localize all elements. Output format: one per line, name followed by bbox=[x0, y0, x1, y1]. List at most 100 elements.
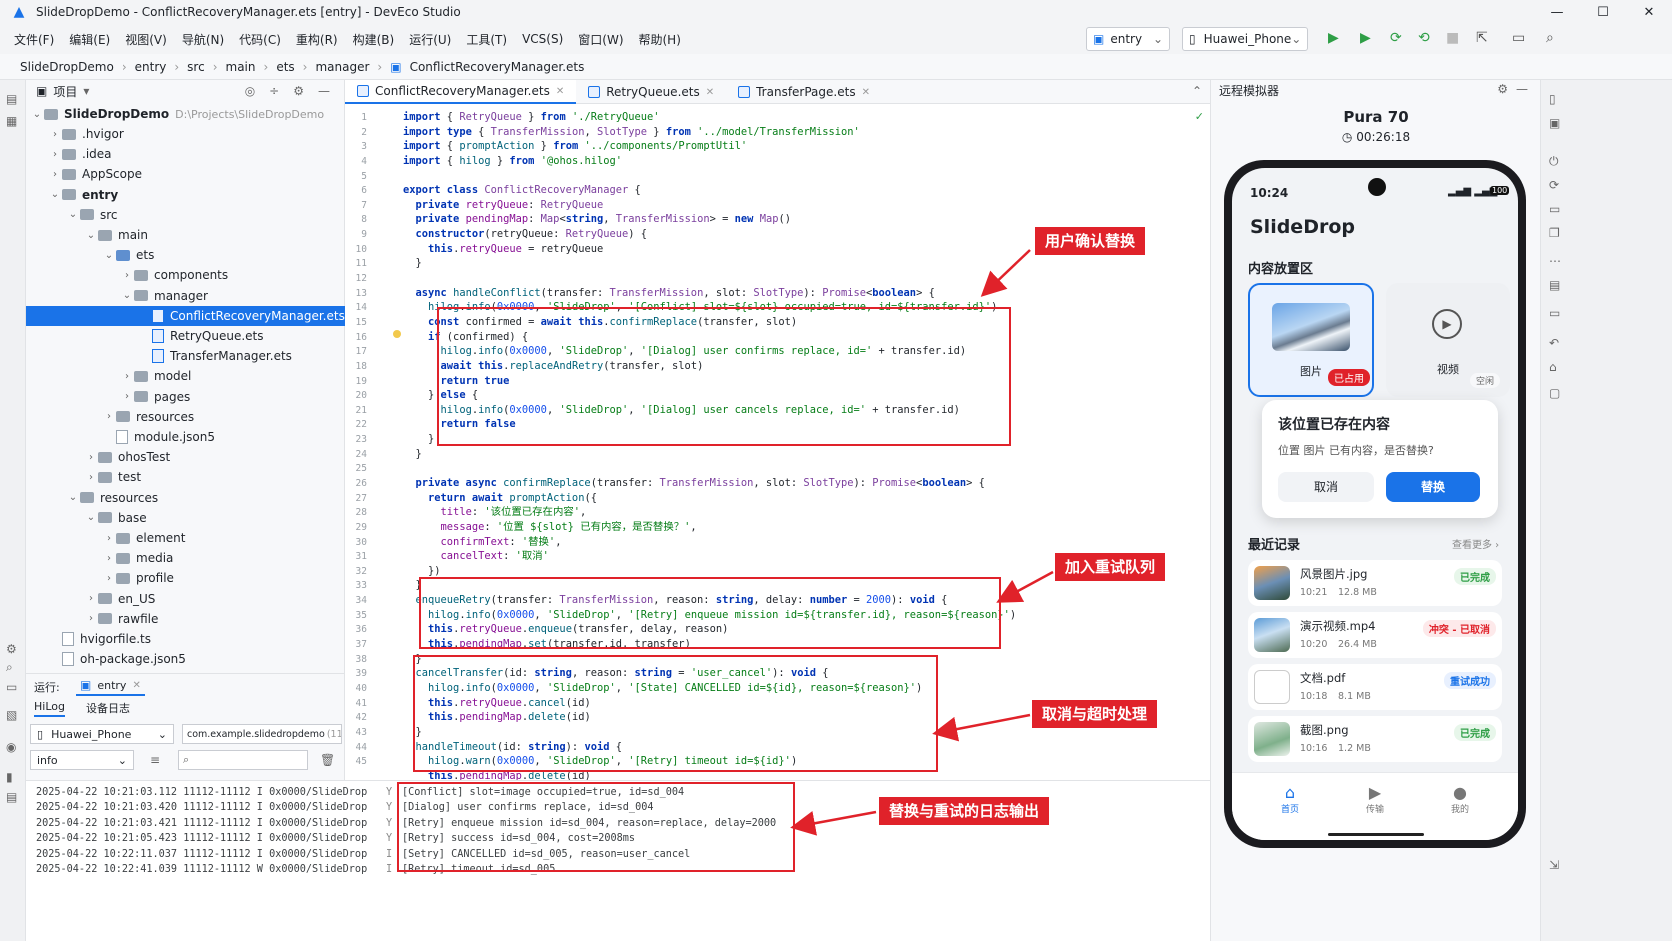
project-title[interactable]: 项目 bbox=[53, 83, 77, 100]
chevron-right-icon[interactable]: › bbox=[102, 553, 116, 564]
debug-icon[interactable]: ▶ bbox=[1360, 30, 1371, 46]
log-package-select[interactable]: com.example.slidedropdemo (11112) bbox=[182, 724, 342, 744]
dialog-cancel-button[interactable]: 取消 bbox=[1278, 472, 1374, 502]
editor-tab[interactable]: RetryQueue.ets ✕ bbox=[576, 80, 726, 104]
close-icon[interactable]: ✕ bbox=[706, 87, 714, 98]
chevron-down-icon[interactable]: ⌄ bbox=[84, 230, 98, 241]
tree-item[interactable]: ⌄ base bbox=[26, 508, 345, 528]
view-more-link[interactable]: 查看更多 › bbox=[1452, 536, 1499, 551]
restart-icon[interactable]: ⟲ bbox=[1418, 30, 1430, 46]
link-icon[interactable]: ⇲ bbox=[1549, 858, 1559, 872]
chevron-down-icon[interactable]: ⌄ bbox=[66, 492, 80, 503]
tree-item[interactable]: › .hvigor bbox=[26, 124, 345, 144]
tree-item[interactable]: hvigorfile.ts bbox=[26, 629, 345, 649]
tree-item[interactable]: › model bbox=[26, 366, 345, 386]
gear-icon[interactable]: ⚙ bbox=[1497, 82, 1508, 96]
project-icon[interactable]: ▤ bbox=[6, 92, 17, 106]
chevron-right-icon[interactable]: › bbox=[84, 613, 98, 624]
chevron-down-icon[interactable]: ⌄ bbox=[102, 250, 116, 261]
menu-item-6[interactable]: 构建(B) bbox=[353, 31, 395, 48]
run-tab-entry[interactable]: ▣ entry ✕ bbox=[76, 676, 145, 696]
close-icon[interactable]: ✕ bbox=[556, 86, 564, 97]
breadcrumb-item[interactable]: main bbox=[226, 60, 256, 74]
tree-item[interactable]: module.json5 bbox=[26, 427, 345, 447]
chevron-down-icon[interactable]: ▾ bbox=[83, 84, 89, 98]
breadcrumb-item[interactable]: entry bbox=[135, 60, 167, 74]
terminal-icon[interactable]: ▭ bbox=[6, 680, 17, 694]
chevron-right-icon[interactable]: › bbox=[48, 169, 62, 180]
record-item[interactable]: 风景图片.jpg 10:21 12.8 MB 已完成 bbox=[1248, 560, 1502, 606]
slot-video[interactable]: ▶ 视频 空闲 bbox=[1386, 283, 1510, 397]
log-device-select[interactable]: ▯ Huawei_Phone ⌄ bbox=[30, 724, 174, 744]
screenshot-icon[interactable]: ▭ bbox=[1549, 202, 1560, 216]
copy-icon[interactable]: ❐ bbox=[1549, 226, 1560, 240]
menu-item-1[interactable]: 编辑(E) bbox=[69, 31, 110, 48]
chevron-right-icon[interactable]: › bbox=[102, 533, 116, 544]
hide-icon[interactable]: — bbox=[1516, 82, 1528, 96]
chevron-down-icon[interactable]: ⌄ bbox=[120, 290, 134, 301]
clear-log-icon[interactable]: 🗑 bbox=[320, 753, 335, 767]
tree-item[interactable]: ⌄ manager bbox=[26, 286, 345, 306]
device-selector[interactable]: ▯ Huawei_Phone ⌄ bbox=[1182, 27, 1308, 51]
tree-item[interactable]: › rawfile bbox=[26, 609, 345, 629]
tree-item[interactable]: ConflictRecoveryManager.ets bbox=[26, 305, 345, 326]
menu-item-7[interactable]: 运行(U) bbox=[409, 31, 451, 48]
dialog-confirm-button[interactable]: 替换 bbox=[1386, 472, 1480, 502]
layout-icon[interactable]: ▭ bbox=[1512, 30, 1525, 46]
attach-icon[interactable]: ⇱ bbox=[1476, 30, 1488, 46]
profiler-icon[interactable]: ◉ bbox=[6, 740, 16, 754]
rotate-icon[interactable]: ⟳ bbox=[1549, 178, 1559, 192]
recent-apps-icon[interactable]: ▢ bbox=[1549, 386, 1560, 400]
chevron-right-icon[interactable]: › bbox=[102, 411, 116, 422]
editor-tab[interactable]: ConflictRecoveryManager.ets ✕ bbox=[345, 80, 577, 104]
breadcrumb-item[interactable]: manager bbox=[315, 60, 369, 74]
search-icon[interactable]: ⌕ bbox=[1546, 30, 1554, 46]
log-search-input[interactable] bbox=[193, 754, 294, 766]
chevron-up-icon[interactable]: ⌃ bbox=[1192, 84, 1202, 98]
minimize-button[interactable]: — bbox=[1534, 5, 1580, 20]
nav-transfer[interactable]: ▶ 传输 bbox=[1353, 783, 1397, 815]
power-icon[interactable]: ⏻ bbox=[1549, 154, 1559, 169]
menu-item-4[interactable]: 代码(C) bbox=[239, 31, 281, 48]
menu-item-8[interactable]: 工具(T) bbox=[466, 31, 507, 48]
menu-item-0[interactable]: 文件(F) bbox=[14, 31, 54, 48]
tree-item[interactable]: › test bbox=[26, 467, 345, 487]
settings-icon[interactable]: ⚙ bbox=[6, 642, 17, 656]
chevron-right-icon[interactable]: › bbox=[120, 371, 134, 382]
menu-item-9[interactable]: VCS(S) bbox=[522, 32, 563, 46]
tree-item[interactable]: ⌄ entry bbox=[26, 185, 345, 205]
tree-item[interactable]: › AppScope bbox=[26, 164, 345, 184]
chevron-right-icon[interactable]: › bbox=[120, 270, 134, 281]
tree-item[interactable]: RetryQueue.ets bbox=[26, 326, 345, 346]
record-item[interactable]: 截图.png 10:16 1.2 MB 已完成 bbox=[1248, 716, 1502, 762]
close-icon[interactable]: ✕ bbox=[862, 87, 870, 98]
chevron-right-icon[interactable]: › bbox=[84, 452, 98, 463]
tree-item[interactable]: › .idea bbox=[26, 144, 345, 164]
chevron-down-icon[interactable]: ⌄ bbox=[84, 512, 98, 523]
tree-item[interactable]: › resources bbox=[26, 407, 345, 427]
search-icon[interactable]: ⌕ bbox=[6, 660, 13, 675]
record-item[interactable]: 演示视频.mp4 10:20 26.4 MB 冲突 - 已取消 bbox=[1248, 612, 1502, 658]
breadcrumb-item[interactable]: ets bbox=[276, 60, 294, 74]
volume-icon[interactable]: ▭ bbox=[1549, 306, 1560, 320]
tree-item[interactable]: › media bbox=[26, 548, 345, 568]
gear-icon[interactable]: ⚙ bbox=[293, 84, 304, 98]
hide-icon[interactable]: — bbox=[318, 84, 330, 98]
more-icon[interactable]: ⋯ bbox=[1549, 254, 1561, 268]
close-icon[interactable]: ✕ bbox=[132, 680, 140, 691]
run-icon[interactable]: ▶ bbox=[1328, 30, 1339, 46]
editor-tab[interactable]: TransferPage.ets ✕ bbox=[726, 80, 882, 104]
tree-item[interactable]: ⌄ resources bbox=[26, 488, 345, 508]
tab-hilog[interactable]: HiLog bbox=[34, 700, 65, 717]
nav-home[interactable]: ⌂ 首页 bbox=[1268, 783, 1312, 815]
chevron-right-icon[interactable]: › bbox=[48, 149, 62, 160]
breadcrumb-item[interactable]: ConflictRecoveryManager.ets bbox=[410, 60, 585, 74]
tree-item[interactable]: oh-package.json5 bbox=[26, 649, 345, 669]
tree-item[interactable]: › ohosTest bbox=[26, 447, 345, 467]
tree-item[interactable]: › en_US bbox=[26, 589, 345, 609]
tree-item[interactable]: ⌄ main bbox=[26, 225, 345, 245]
tree-item[interactable]: › profile bbox=[26, 568, 345, 588]
tree-item[interactable]: › components bbox=[26, 265, 345, 285]
chevron-down-icon[interactable]: ⌄ bbox=[48, 189, 62, 200]
menu-item-5[interactable]: 重构(R) bbox=[296, 31, 338, 48]
